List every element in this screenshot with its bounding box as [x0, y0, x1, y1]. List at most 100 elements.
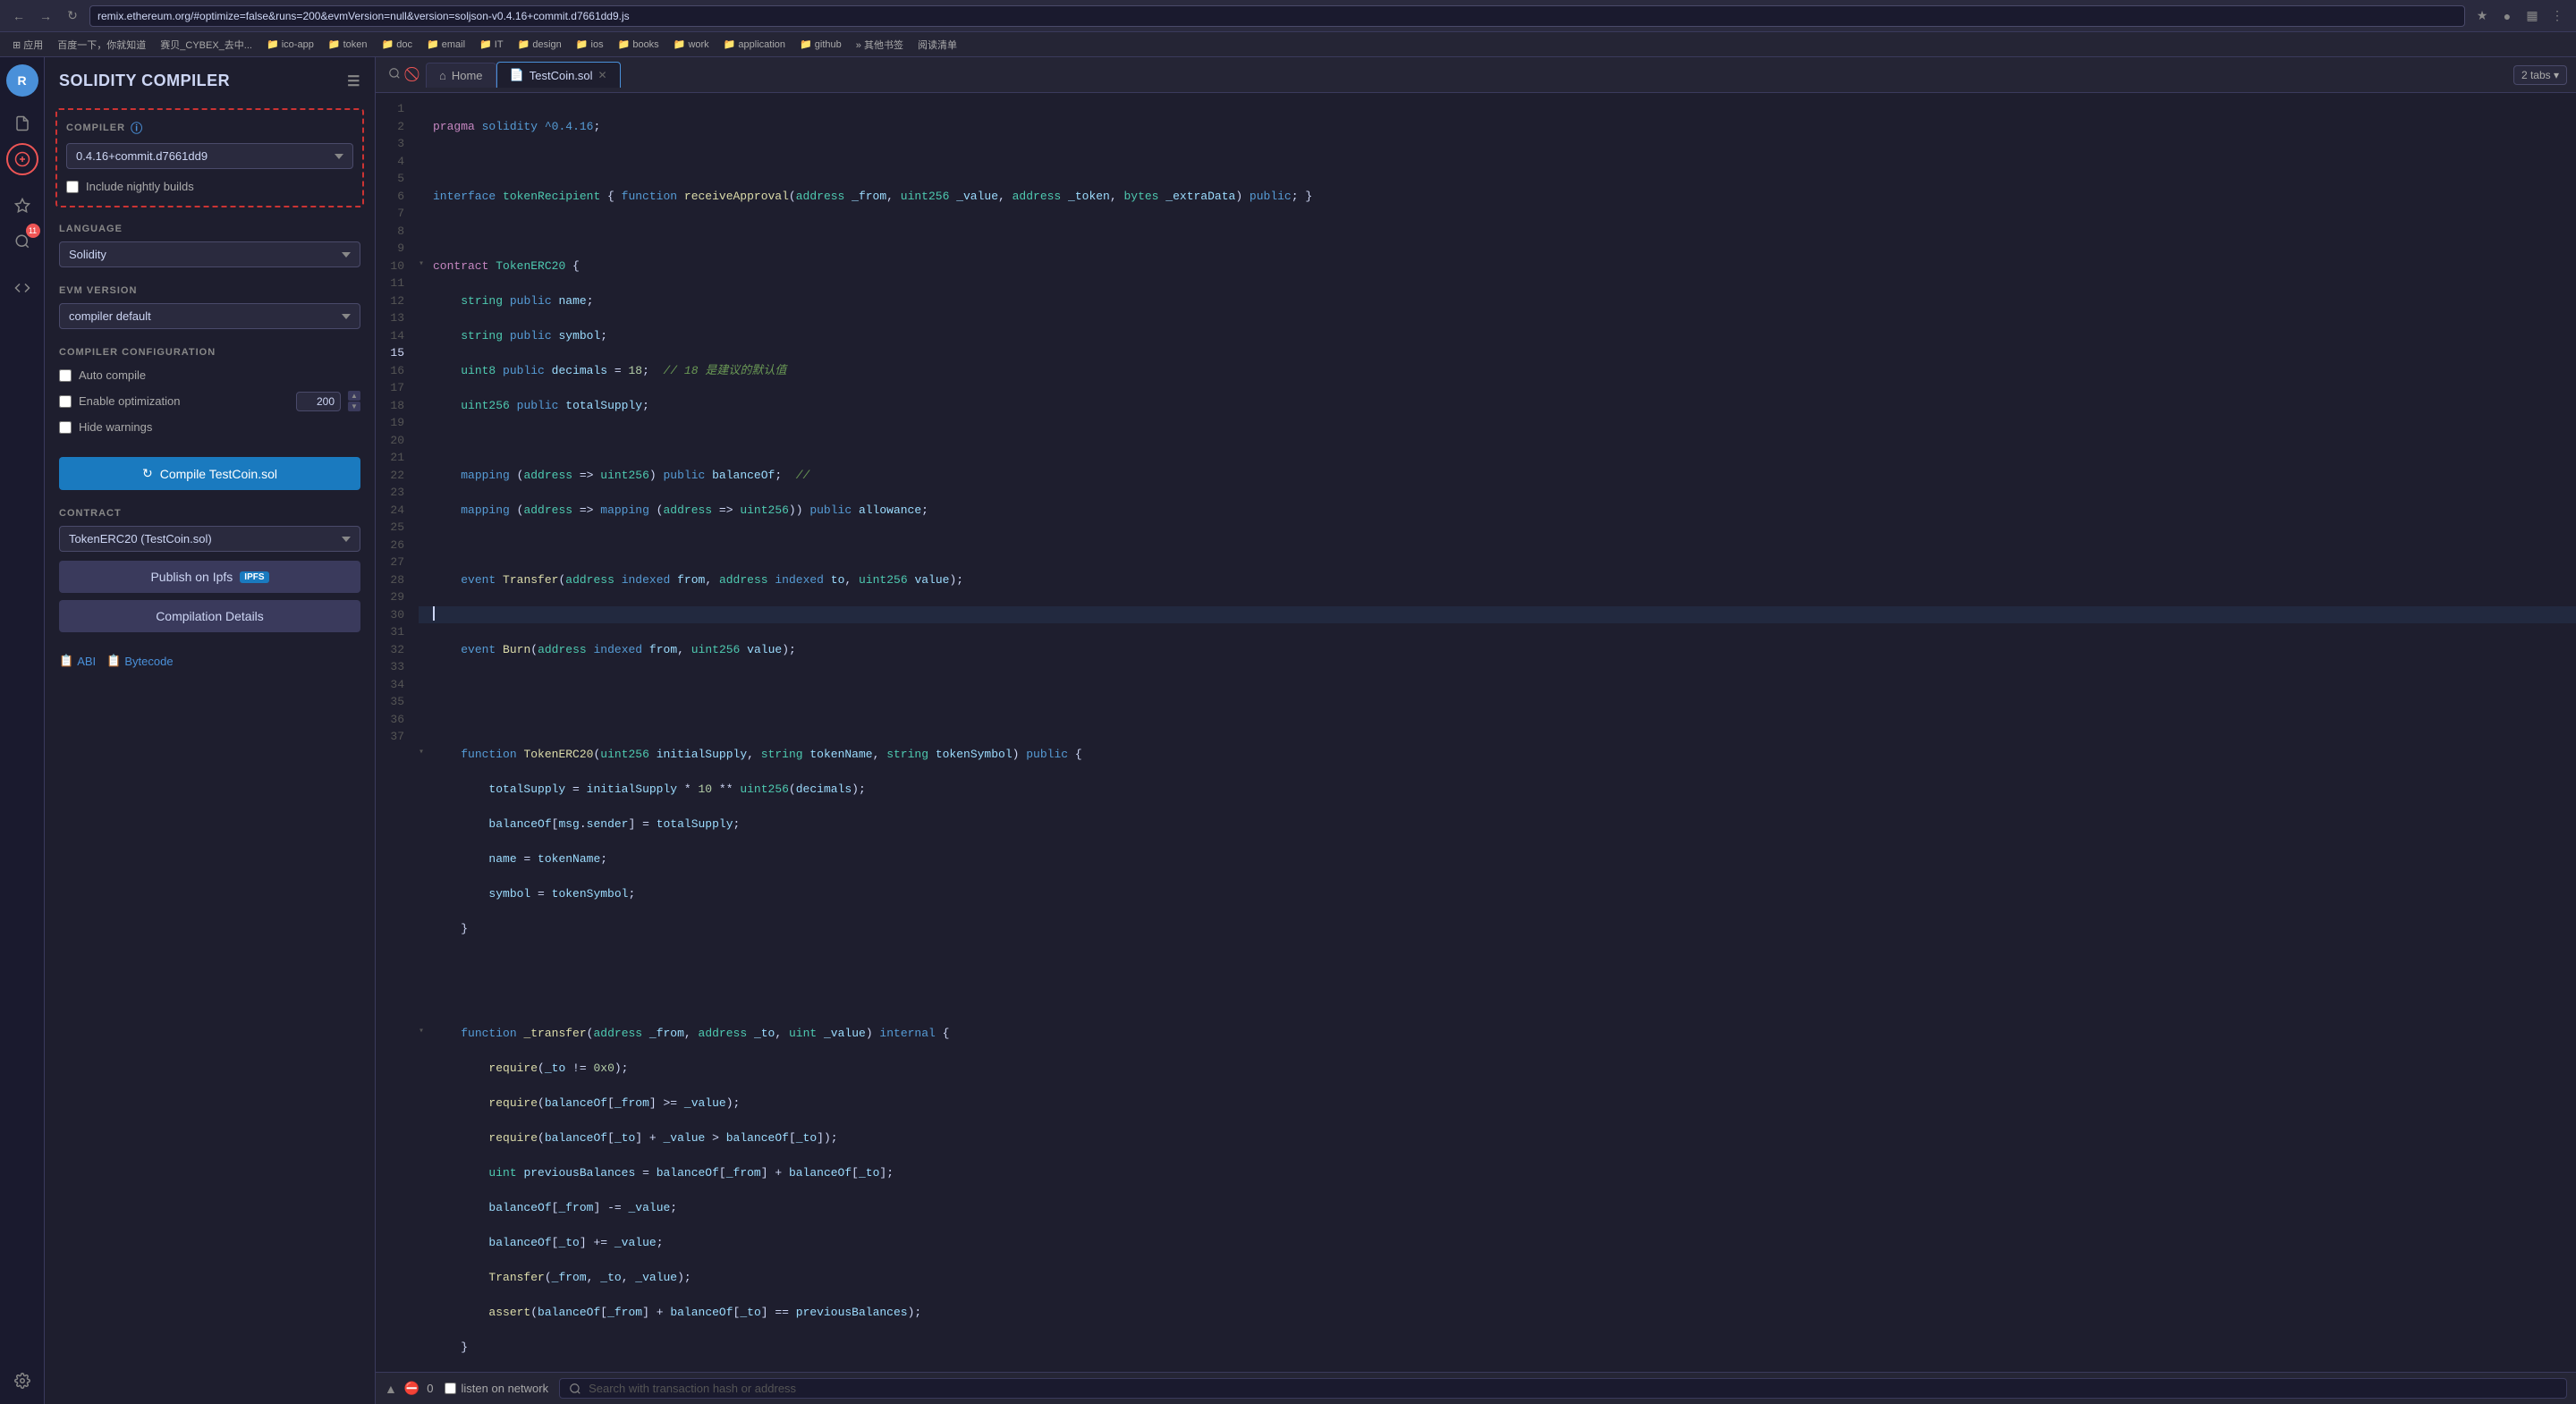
nightly-checkbox[interactable]	[66, 181, 79, 193]
bookmark-more[interactable]: » 其他书签	[851, 36, 909, 54]
bookmark-work[interactable]: 📁 work	[668, 37, 715, 52]
language-label: LANGUAGE	[59, 224, 360, 234]
optimization-increment[interactable]: ▲	[348, 391, 360, 401]
debug-icon[interactable]: 11	[6, 225, 38, 258]
tabs-counter[interactable]: 2 tabs ▾	[2513, 65, 2567, 85]
bookmark-baidu[interactable]: 百度一下，你就知道	[52, 36, 151, 54]
bookmark-icon[interactable]: ★	[2472, 6, 2492, 26]
browser-bar: ← → ↻ ★ ● ▦ ⋮	[0, 0, 2576, 32]
code-line-12: mapping (address => mapping (address => …	[419, 502, 2576, 520]
search-icon[interactable]	[385, 63, 404, 86]
evm-version-section: EVM VERSION compiler defaultbyzantiumcon…	[45, 276, 375, 338]
settings-icon[interactable]	[6, 1365, 38, 1397]
code-line-9: uint256 public totalSupply;	[419, 397, 2576, 415]
optimization-decrement[interactable]: ▼	[348, 402, 360, 411]
publish-ipfs-button[interactable]: Publish on Ipfs IPFS	[59, 561, 360, 593]
tab-home[interactable]: ⌂ Home	[426, 63, 496, 88]
optimization-value-input[interactable]	[296, 392, 341, 411]
profile-icon[interactable]: ●	[2497, 6, 2517, 26]
evm-label: EVM VERSION	[59, 285, 360, 296]
hide-warnings-checkbox[interactable]	[59, 421, 72, 434]
expand-icon[interactable]: ▲	[385, 1382, 397, 1396]
compilation-details-button[interactable]: Compilation Details	[59, 600, 360, 632]
bookmark-apps[interactable]: ⊞ 应用	[7, 36, 48, 54]
files-icon[interactable]	[6, 107, 38, 140]
deploy-icon[interactable]	[6, 190, 38, 222]
bookmark-design[interactable]: 📁 design	[513, 37, 567, 52]
remix-logo[interactable]: R	[6, 64, 38, 97]
home-tab-icon: ⌂	[439, 69, 446, 82]
listen-checkbox-row: listen on network	[445, 1382, 549, 1395]
reload-button[interactable]: ↻	[63, 6, 82, 26]
code-line-32: balanceOf[_from] -= _value;	[419, 1199, 2576, 1217]
auto-compile-checkbox[interactable]	[59, 369, 72, 382]
menu-icon[interactable]: ⋮	[2547, 6, 2567, 26]
compiler-version-select[interactable]: 0.4.16+commit.d7661dd9	[66, 143, 353, 169]
bookmark-email[interactable]: 📁 email	[421, 37, 470, 52]
compile-button-label: Compile TestCoin.sol	[160, 467, 277, 481]
code-line-19: ▾ function TokenERC20(uint256 initialSup…	[419, 746, 2576, 764]
editor-area: ⃠ ⌂ Home 📄 TestCoin.sol ✕ 2 tabs ▾ 1 2 3	[376, 57, 2576, 1404]
compiler-info-icon[interactable]: ⓘ	[131, 119, 143, 136]
code-line-28: require(_to != 0x0);	[419, 1060, 2576, 1078]
enable-optimization-checkbox[interactable]	[59, 395, 72, 408]
contract-select[interactable]: TokenERC20 (TestCoin.sol)	[59, 526, 360, 552]
bookmark-ico[interactable]: 📁 ico-app	[261, 37, 319, 52]
bookmark-cybex[interactable]: 赛贝_CYBEX_去中...	[155, 36, 258, 54]
listen-label: listen on network	[462, 1382, 549, 1395]
bytecode-label: Bytecode	[124, 655, 173, 668]
code-content[interactable]: pragma solidity ^0.4.16; interface token…	[411, 93, 2576, 1372]
tab-testcoin[interactable]: 📄 TestCoin.sol ✕	[496, 62, 621, 88]
compiler-config-label: COMPILER CONFIGURATION	[59, 347, 360, 358]
bookmark-ios[interactable]: 📁 ios	[571, 37, 609, 52]
compiler-icon[interactable]	[6, 143, 38, 175]
compile-button[interactable]: ↻ Compile TestCoin.sol	[59, 457, 360, 490]
back-button[interactable]: ←	[9, 6, 29, 26]
code-line-31: uint previousBalances = balanceOf[_from]…	[419, 1164, 2576, 1182]
no-icon[interactable]: ⃠	[411, 63, 419, 87]
bookmark-token[interactable]: 📁 token	[323, 37, 373, 52]
bookmark-doc[interactable]: 📁 doc	[377, 37, 419, 52]
line-numbers: 1 2 3 4 5 6 7 8 9 10 11 12 13 14 15 16 1…	[376, 93, 411, 1372]
bookmark-it[interactable]: 📁 IT	[474, 37, 509, 52]
sidebar-title: SOLIDITY COMPILER ☰	[45, 57, 375, 101]
bookmark-books[interactable]: 📁 books	[613, 37, 665, 52]
code-line-14: event Transfer(address indexed from, add…	[419, 571, 2576, 589]
compiler-config-section: COMPILER CONFIGURATION Auto compile Enab…	[45, 338, 375, 446]
bytecode-button[interactable]: 📋 Bytecode	[106, 654, 173, 668]
code-line-25	[419, 955, 2576, 973]
code-line-7: string public symbol;	[419, 327, 2576, 345]
code-line-16: event Burn(address indexed from, uint256…	[419, 641, 2576, 659]
auto-compile-label: Auto compile	[79, 368, 146, 382]
status-search-icon	[569, 1383, 581, 1395]
code-line-34: Transfer(_from, _to, _value);	[419, 1269, 2576, 1287]
code-line-36: }	[419, 1339, 2576, 1357]
contract-label: CONTRACT	[59, 508, 360, 519]
forward-button[interactable]: →	[36, 6, 55, 26]
url-bar[interactable]	[89, 5, 2465, 27]
listen-network-checkbox[interactable]	[445, 1383, 456, 1394]
code-area[interactable]: 1 2 3 4 5 6 7 8 9 10 11 12 13 14 15 16 1…	[376, 93, 2576, 1372]
home-tab-label: Home	[452, 69, 483, 82]
status-search-input[interactable]	[589, 1382, 2557, 1395]
hide-warnings-label: Hide warnings	[79, 420, 152, 434]
sidebar-menu-icon[interactable]: ☰	[347, 72, 360, 90]
abi-button[interactable]: 📋 ABI	[59, 654, 96, 668]
evm-version-select[interactable]: compiler defaultbyzantiumconstantinoplep…	[59, 303, 360, 329]
abi-bytecode-row: 📋 ABI 📋 Bytecode	[45, 647, 375, 675]
bookmark-app[interactable]: 📁 application	[718, 37, 791, 52]
bookmark-reading[interactable]: 阅读清单	[912, 36, 962, 54]
bookmark-github[interactable]: 📁 github	[794, 37, 847, 52]
ipfs-badge: IPFS	[240, 571, 268, 583]
code-line-8: uint8 public decimals = 18; // 18 是建议的默认…	[419, 362, 2576, 380]
stop-icon[interactable]: ⛔	[404, 1381, 419, 1396]
plugin-icon[interactable]	[6, 272, 38, 304]
publish-label: Publish on Ipfs	[150, 570, 233, 584]
code-line-21: balanceOf[msg.sender] = totalSupply;	[419, 816, 2576, 833]
language-select[interactable]: SolidityYul	[59, 241, 360, 267]
extensions-icon[interactable]: ▦	[2522, 6, 2542, 26]
tab-close-icon[interactable]: ✕	[598, 69, 607, 81]
language-section: LANGUAGE SolidityYul	[45, 215, 375, 276]
code-line-2	[419, 153, 2576, 171]
code-line-23: symbol = tokenSymbol;	[419, 885, 2576, 903]
